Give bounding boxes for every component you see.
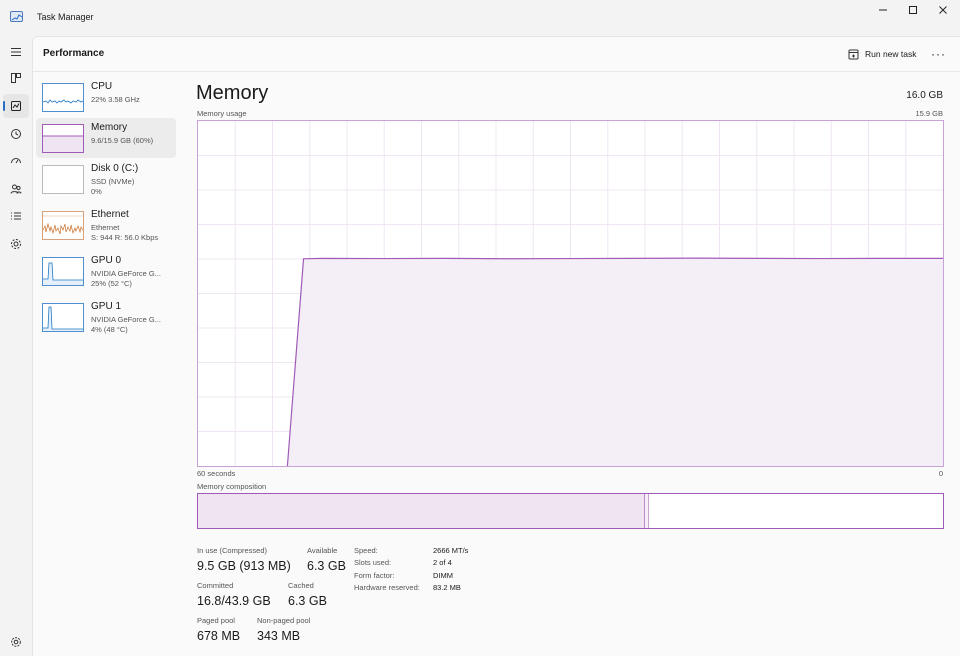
memory-usage-max: 15.9 GB bbox=[915, 109, 943, 118]
users-icon bbox=[10, 184, 22, 194]
perf-item-name: Disk 0 (C:) bbox=[91, 163, 139, 174]
perf-item-detail: S: 944 R: 56.0 Kbps bbox=[91, 233, 159, 242]
available-label: Available bbox=[307, 546, 338, 555]
maximize-button[interactable] bbox=[896, 0, 930, 20]
speed-value: 2666 MT/s bbox=[433, 546, 469, 555]
perf-item-detail: SSD (NVMe) bbox=[91, 177, 135, 186]
slots-used-value: 2 of 4 bbox=[433, 558, 452, 567]
perf-item-name: Ethernet bbox=[91, 209, 129, 220]
run-new-task-label: Run new task bbox=[865, 49, 917, 59]
cached-label: Cached bbox=[288, 581, 314, 590]
app-history-icon bbox=[11, 129, 21, 139]
form-factor-value: DIMM bbox=[433, 571, 453, 580]
navigation-rail bbox=[0, 36, 32, 656]
gpu0-thumbnail-graph bbox=[42, 257, 84, 286]
nav-users[interactable] bbox=[3, 177, 29, 201]
perf-item-detail: 0% bbox=[91, 187, 102, 196]
header-divider bbox=[33, 71, 960, 72]
perf-item-detail: 4% (48 °C) bbox=[91, 325, 128, 334]
paged-pool-label: Paged pool bbox=[197, 616, 235, 625]
gpu1-thumbnail-graph bbox=[42, 303, 84, 332]
hamburger-menu-icon bbox=[11, 48, 21, 56]
more-options-button[interactable]: ··· bbox=[931, 47, 946, 61]
memory-total: 16.0 GB bbox=[906, 90, 943, 101]
memory-title: Memory bbox=[196, 82, 269, 104]
available-value: 6.3 GB bbox=[307, 559, 346, 573]
non-paged-pool-value: 343 MB bbox=[257, 629, 301, 643]
in-use-label: In use (Compressed) bbox=[197, 546, 268, 555]
perf-item-name: CPU bbox=[91, 81, 113, 92]
memory-usage-label: Memory usage bbox=[197, 109, 247, 118]
perf-item-gpu0[interactable]: GPU 0 NVIDIA GeForce G... 25% (52 °C) bbox=[36, 251, 176, 291]
perf-item-name: GPU 0 bbox=[91, 255, 122, 266]
nav-menu-button[interactable] bbox=[3, 40, 29, 64]
perf-item-detail: 25% (52 °C) bbox=[91, 279, 132, 288]
perf-item-gpu1[interactable]: GPU 1 NVIDIA GeForce G... 4% (48 °C) bbox=[36, 297, 176, 337]
performance-icon bbox=[11, 101, 21, 111]
nav-services[interactable] bbox=[3, 232, 29, 256]
perf-item-disk[interactable]: Disk 0 (C:) SSD (NVMe) 0% bbox=[36, 159, 176, 199]
settings-icon bbox=[11, 637, 21, 647]
slots-used-label: Slots used: bbox=[354, 558, 392, 567]
performance-page: Performance Run new task ··· CPU 22% 3.5… bbox=[32, 36, 960, 656]
perf-item-detail: 22% 3.58 GHz bbox=[91, 95, 140, 104]
committed-value: 16.8/43.9 GB bbox=[197, 594, 271, 608]
perf-item-name: Memory bbox=[91, 122, 128, 133]
speed-label: Speed: bbox=[354, 546, 378, 555]
startup-apps-icon bbox=[11, 158, 21, 164]
composition-modified-segment bbox=[645, 494, 650, 528]
perf-item-detail: Ethernet bbox=[91, 223, 120, 232]
paged-pool-value: 678 MB bbox=[197, 629, 241, 643]
hardware-reserved-label: Hardware reserved: bbox=[354, 583, 420, 592]
nav-performance[interactable] bbox=[3, 94, 29, 118]
window-title: Task Manager bbox=[37, 12, 94, 22]
title-bar: Task Manager bbox=[0, 0, 960, 36]
services-icon bbox=[11, 239, 21, 249]
nav-settings[interactable] bbox=[3, 630, 29, 654]
form-factor-label: Form factor: bbox=[354, 571, 395, 580]
memory-thumbnail-graph bbox=[42, 124, 84, 153]
nav-details[interactable] bbox=[3, 204, 29, 228]
perf-item-detail: 9.6/15.9 GB (60%) bbox=[91, 136, 154, 145]
maximize-icon bbox=[909, 6, 917, 14]
details-icon bbox=[11, 212, 21, 220]
cpu-thumbnail-graph bbox=[42, 83, 84, 112]
in-use-value: 9.5 GB (913 MB) bbox=[197, 559, 291, 573]
perf-item-name: GPU 1 bbox=[91, 301, 122, 312]
chart-x-start-label: 60 seconds bbox=[197, 469, 236, 478]
nav-startup-apps[interactable] bbox=[3, 149, 29, 173]
task-manager-app-icon bbox=[10, 11, 23, 22]
cached-value: 6.3 GB bbox=[288, 594, 327, 608]
perf-item-ethernet[interactable]: Ethernet Ethernet S: 944 R: 56.0 Kbps bbox=[36, 205, 176, 245]
run-task-icon bbox=[848, 49, 859, 59]
nav-processes[interactable] bbox=[3, 66, 29, 90]
nav-app-history[interactable] bbox=[3, 122, 29, 146]
non-paged-pool-label: Non-paged pool bbox=[257, 616, 311, 625]
close-button[interactable] bbox=[926, 0, 960, 20]
memory-usage-chart-svg bbox=[198, 121, 943, 467]
run-new-task-button[interactable]: Run new task bbox=[848, 46, 917, 62]
composition-in-use-segment bbox=[198, 494, 645, 528]
ethernet-thumbnail-graph bbox=[42, 211, 84, 240]
memory-composition-label: Memory composition bbox=[197, 482, 267, 491]
chart-x-end-label: 0 bbox=[938, 469, 943, 478]
memory-composition-bar bbox=[197, 493, 944, 529]
memory-usage-chart bbox=[197, 120, 944, 467]
minimize-icon bbox=[879, 9, 887, 11]
perf-item-detail: NVIDIA GeForce G... bbox=[91, 269, 162, 278]
minimize-button[interactable] bbox=[866, 0, 900, 20]
memory-usage-area bbox=[287, 258, 943, 466]
hardware-reserved-value: 83.2 MB bbox=[433, 583, 461, 592]
committed-label: Committed bbox=[197, 581, 234, 590]
perf-item-memory[interactable]: Memory 9.6/15.9 GB (60%) bbox=[36, 118, 176, 158]
close-icon bbox=[939, 6, 947, 14]
processes-icon bbox=[11, 73, 21, 83]
disk-thumbnail-graph bbox=[42, 165, 84, 194]
perf-item-detail: NVIDIA GeForce G... bbox=[91, 315, 162, 324]
task-manager-window: Task Manager Performance Run new task ··… bbox=[0, 0, 960, 656]
perf-item-cpu[interactable]: CPU 22% 3.58 GHz bbox=[36, 77, 176, 117]
page-title: Performance bbox=[43, 48, 105, 59]
